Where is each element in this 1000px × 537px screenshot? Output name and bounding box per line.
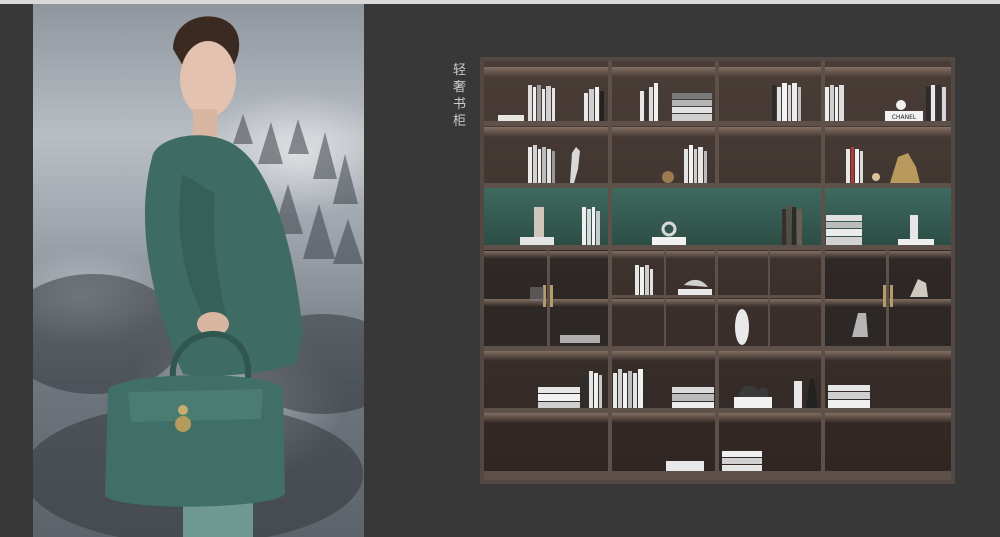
neck [193,109,217,139]
green-accent-row [484,186,951,246]
handbag-charm [178,405,188,415]
photo-illustration [33,16,364,537]
handbag-flap [128,389,263,422]
handbag-clasp [175,416,191,432]
bookcase: CHANEL [480,57,955,484]
fashion-photo [33,4,364,537]
chanel-box-label: CHANEL [892,114,917,121]
face [180,41,236,117]
vertical-title: 轻奢书柜 [452,63,467,129]
